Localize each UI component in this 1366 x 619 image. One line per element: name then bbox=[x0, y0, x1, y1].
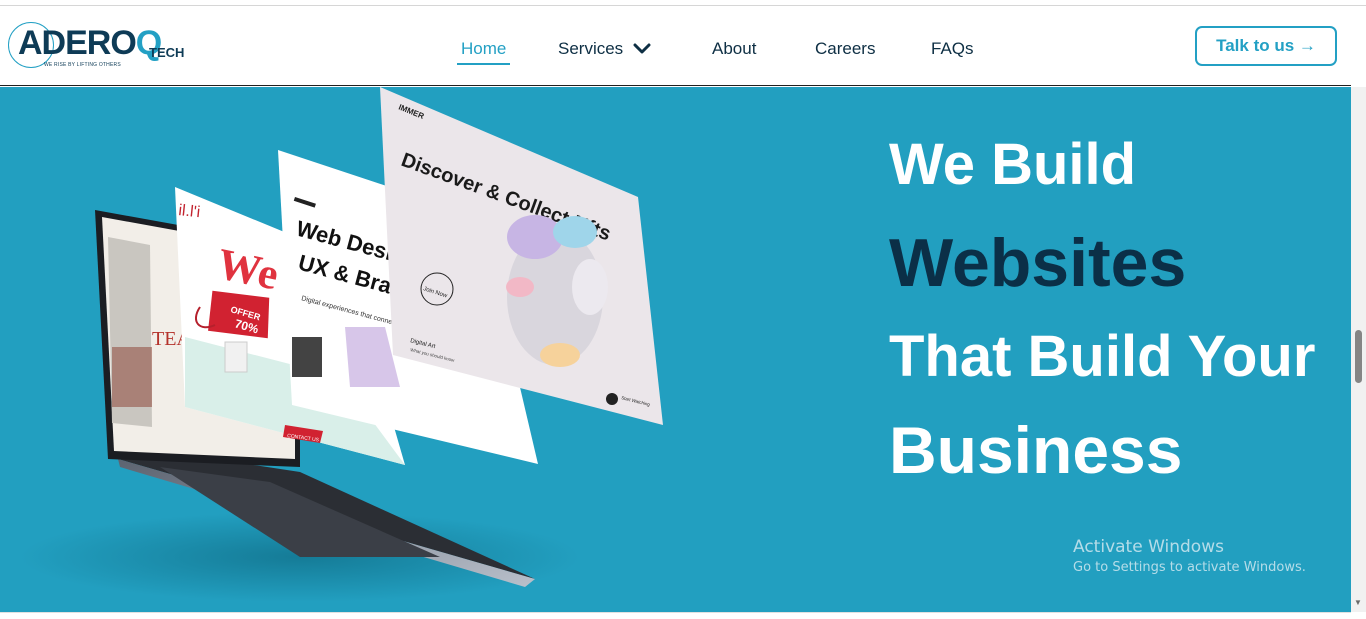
nav-careers[interactable]: Careers bbox=[815, 39, 875, 59]
hero-line-1: We Build bbox=[889, 132, 1137, 197]
next-section-edge bbox=[0, 612, 1351, 619]
svg-text:il.l'i: il.l'i bbox=[178, 202, 201, 221]
hero-line-4: Business bbox=[889, 413, 1183, 487]
brand-logo[interactable]: ADEROQ TECH WE RISE BY LIFTING OTHERS bbox=[8, 20, 188, 72]
nav-faqs[interactable]: FAQs bbox=[931, 39, 974, 59]
logo-suffix: TECH bbox=[149, 45, 185, 60]
activate-windows-watermark: Activate Windows Go to Settings to activ… bbox=[1073, 537, 1306, 575]
chevron-down-icon[interactable] bbox=[633, 41, 651, 57]
nav-about[interactable]: About bbox=[712, 39, 756, 59]
hero-section: TEA il.l'i We OFFER 70% CONTACT US Web D… bbox=[0, 87, 1351, 612]
hero-illustration: TEA il.l'i We OFFER 70% CONTACT US Web D… bbox=[20, 87, 663, 602]
scroll-down-icon[interactable]: ▼ bbox=[1354, 598, 1362, 607]
nav-services[interactable]: Services bbox=[558, 39, 623, 59]
nav-home[interactable]: Home bbox=[461, 39, 506, 59]
talk-to-us-button[interactable]: Talk to us → bbox=[1195, 26, 1337, 66]
site-header: ADEROQ TECH WE RISE BY LIFTING OTHERS Ho… bbox=[0, 6, 1351, 86]
hero-line-2: Websites bbox=[889, 225, 1187, 301]
scrollbar-thumb[interactable] bbox=[1355, 330, 1362, 383]
hero-line-3: That Build Your bbox=[889, 324, 1316, 389]
nav-active-underline bbox=[457, 63, 510, 65]
logo-tagline: WE RISE BY LIFTING OTHERS bbox=[44, 62, 121, 68]
logo-wordmark: ADEROQ bbox=[18, 24, 162, 62]
